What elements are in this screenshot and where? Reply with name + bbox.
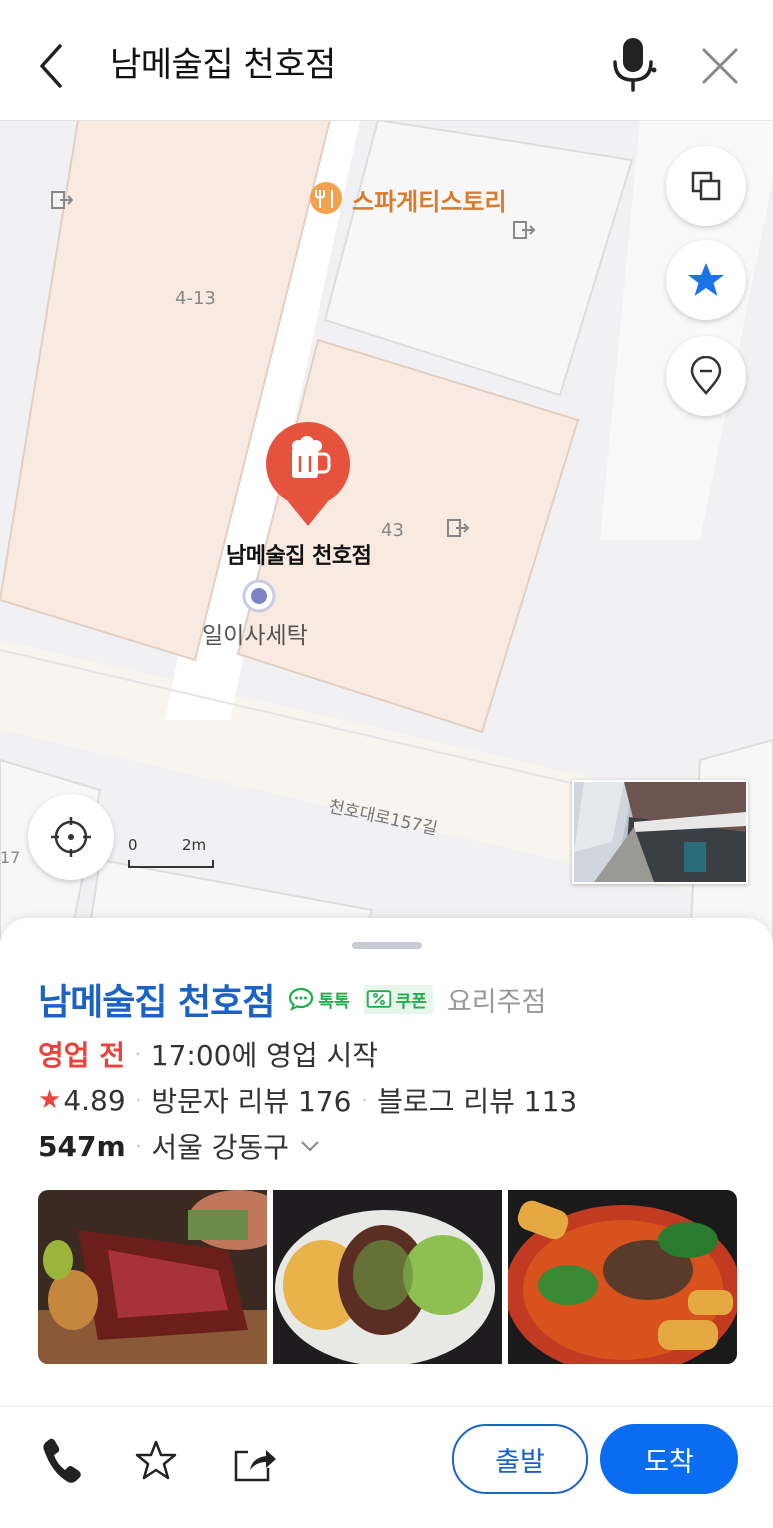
address-row[interactable]: 547m · 서울 강동구 (38, 1126, 321, 1166)
place-info-sheet: 남메술집 천호점 톡톡 쿠폰 요리주점 영업 전 · 17:00에 영업 시작 … (0, 918, 773, 1528)
phone-icon (43, 1438, 81, 1483)
hours-row[interactable]: 영업 전 · 17:00에 영업 시작 (38, 1034, 378, 1074)
business-status: 영업 전 (38, 1039, 126, 1072)
scale-bar (128, 860, 214, 868)
current-location-button[interactable] (28, 794, 114, 880)
distance: 547m (38, 1129, 126, 1163)
chevron-left-icon (40, 44, 62, 88)
search-query[interactable]: 남메술집 천호점 (110, 40, 336, 90)
building-number: 43 (381, 520, 404, 541)
map-view[interactable]: 스파게티스토리 4-13 43 남메술집 천호점 일이사세탁 천호대로157길 … (0, 120, 773, 940)
talk-badge[interactable]: 톡톡 (288, 987, 350, 1012)
location-pin-icon (690, 356, 722, 395)
map-scale: 0 2m (128, 836, 214, 870)
save-button[interactable] (126, 1426, 186, 1496)
photo-spicy-stew[interactable] (508, 1190, 737, 1364)
voice-search-button[interactable] (604, 32, 662, 96)
map-layers-button[interactable] (666, 146, 746, 226)
business-hours: 17:00에 영업 시작 (150, 1039, 379, 1072)
coupon-icon (366, 990, 391, 1008)
building-number: 17 (0, 848, 21, 867)
share-icon (234, 1450, 276, 1482)
place-name[interactable]: 남메술집 천호점 (38, 973, 275, 1025)
search-header: 남메술집 천호점 (0, 0, 773, 121)
scale-zero: 0 (128, 836, 138, 854)
coupon-badge[interactable]: 쿠폰 (363, 984, 433, 1014)
close-icon (702, 48, 738, 84)
arrive-button[interactable]: 도착 (600, 1424, 738, 1494)
place-category: 요리주점 (446, 986, 547, 1018)
chevron-down-icon (301, 1141, 319, 1152)
selected-place-label[interactable]: 남메술집 천호점 (226, 538, 372, 570)
scale-max: 2m (182, 836, 207, 854)
street-view-thumbnail[interactable] (572, 780, 748, 884)
layers-icon (691, 171, 721, 201)
poi-label-laundry[interactable]: 일이사세탁 (202, 616, 308, 650)
separator-dot: · (361, 1089, 368, 1111)
talk-badge-label: 톡톡 (318, 991, 350, 1012)
action-divider (0, 1406, 773, 1407)
separator-dot: · (135, 1089, 142, 1111)
crosshair-icon (51, 817, 91, 857)
coupon-badge-label: 쿠폰 (395, 991, 427, 1012)
star-outline-icon (135, 1440, 177, 1480)
back-button[interactable] (26, 36, 78, 96)
steak-photo (38, 1190, 267, 1364)
depart-button[interactable]: 출발 (452, 1424, 588, 1494)
photo-strip (38, 1190, 737, 1364)
call-button[interactable] (30, 1426, 90, 1496)
blog-reviews-link[interactable]: 블로그 리뷰 113 (377, 1080, 577, 1120)
poi-label-pasta[interactable]: 스파게티스토리 (352, 182, 507, 217)
favorites-button[interactable] (666, 240, 746, 320)
separator-dot: · (135, 1135, 142, 1157)
photo-steak[interactable] (38, 1190, 267, 1364)
rating-star-icon: ★ (38, 1085, 62, 1115)
address: 서울 강동구 (151, 1131, 290, 1164)
star-icon (688, 263, 724, 296)
building-number: 4-13 (175, 288, 216, 309)
separator-dot: · (135, 1043, 141, 1065)
share-button[interactable] (224, 1426, 284, 1496)
close-button[interactable] (692, 36, 748, 96)
rating-row: ★ 4.89 · 방문자 리뷰 176 · 블로그 리뷰 113 (38, 1080, 577, 1120)
spicy-stew-photo (508, 1190, 737, 1364)
drag-handle[interactable] (352, 942, 422, 949)
pin-button[interactable] (666, 336, 746, 416)
microphone-icon (613, 38, 657, 92)
title-row: 남메술집 천호점 톡톡 쿠폰 요리주점 (38, 973, 547, 1025)
steak-fries-photo (273, 1190, 502, 1364)
photo-steak-fries[interactable] (273, 1190, 502, 1364)
visitor-reviews-link[interactable]: 방문자 리뷰 176 (151, 1080, 351, 1120)
rating-value: 4.89 (63, 1083, 126, 1117)
street-view-image (574, 782, 746, 882)
chat-bubble-icon (289, 987, 314, 1011)
